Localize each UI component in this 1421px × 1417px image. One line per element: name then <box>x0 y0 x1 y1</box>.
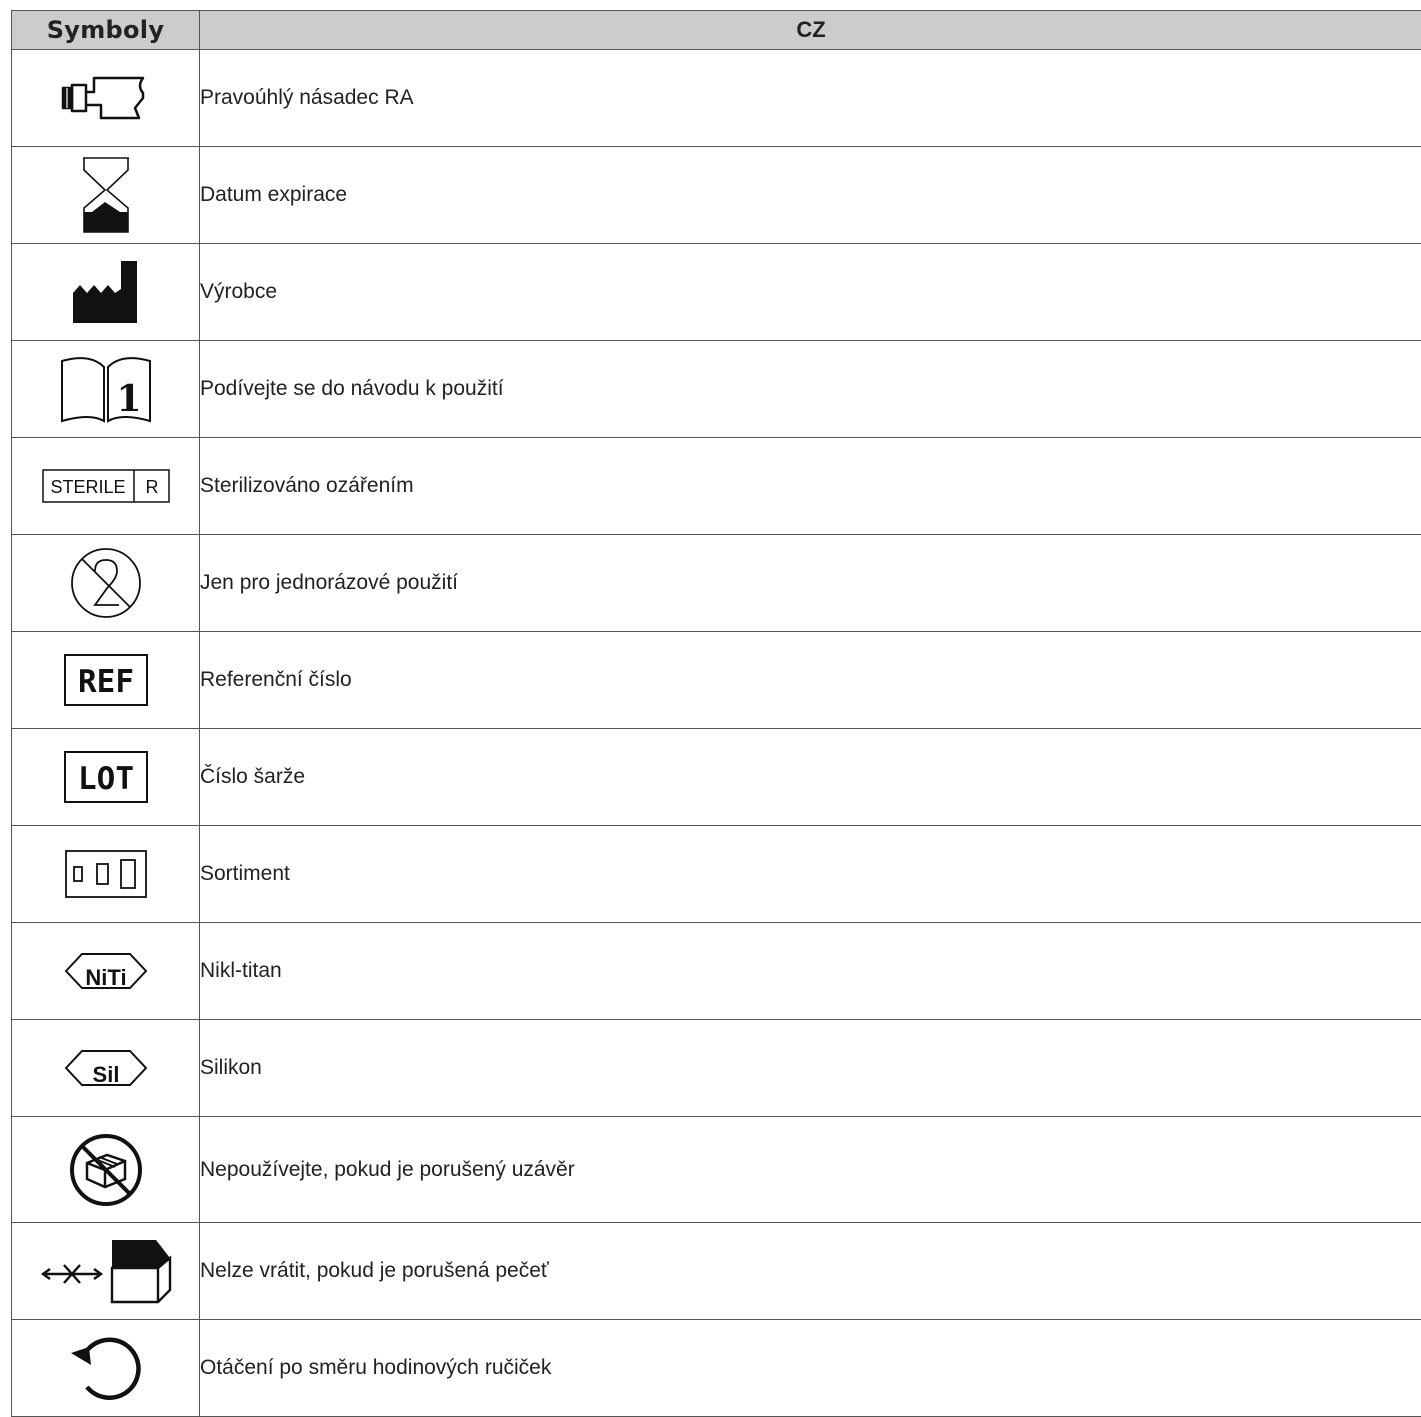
table-row: Datum expirace <box>12 147 1421 244</box>
symbol-label: Otáčení po směru hodinových ručiček <box>200 1320 1421 1417</box>
table-row: REF Referenční číslo <box>12 632 1421 729</box>
sil-text: Sil <box>92 1062 119 1087</box>
symbol-cell: NiTi <box>12 923 200 1020</box>
symbol-cell: STERILE R <box>12 438 200 535</box>
symbol-cell <box>12 1117 200 1223</box>
niti-text: NiTi <box>85 965 126 990</box>
table-row: Pravoúhlý násadec RA <box>12 50 1421 147</box>
symbol-label: Nikl-titan <box>200 923 1421 1020</box>
lot-text: LOT <box>78 761 134 797</box>
symbol-cell <box>12 1320 200 1417</box>
symbol-cell <box>12 147 200 244</box>
symbol-label: Nelze vrátit, pokud je porušená pečeť <box>200 1223 1421 1320</box>
ref-icon: REF <box>64 654 148 706</box>
table-row: Otáčení po směru hodinových ručiček <box>12 1320 1421 1417</box>
silicone-icon: Sil <box>64 1048 148 1088</box>
clockwise-icon <box>69 1335 143 1401</box>
symbol-cell <box>12 50 200 147</box>
symbols-table: Symboly CZ Pravoúhlý násadec RA <box>11 10 1421 1417</box>
book-info-icon: 1 <box>60 355 152 423</box>
table-row: STERILE R Sterilizováno ozářením <box>12 438 1421 535</box>
symbol-label: Referenční číslo <box>200 632 1421 729</box>
table-row: Nepoužívejte, pokud je porušený uzávěr <box>12 1117 1421 1223</box>
table-row: NiTi Nikl-titan <box>12 923 1421 1020</box>
symbol-label: Datum expirace <box>200 147 1421 244</box>
table-row: Nelze vrátit, pokud je porušená pečeť <box>12 1223 1421 1320</box>
table-row: 1 Podívejte se do návodu k použití <box>12 341 1421 438</box>
sterile-r-icon: STERILE R <box>42 469 170 503</box>
sterile-text: STERILE <box>50 477 125 497</box>
symbol-label: Nepoužívejte, pokud je porušený uzávěr <box>200 1117 1421 1223</box>
niti-icon: NiTi <box>64 951 148 991</box>
single-use-icon <box>70 547 142 619</box>
symbol-label: Pravoúhlý násadec RA <box>200 50 1421 147</box>
svg-text:1: 1 <box>116 378 141 420</box>
ref-text: REF <box>78 664 134 700</box>
symbol-cell <box>12 826 200 923</box>
r-text: R <box>145 477 158 497</box>
symbol-label: Výrobce <box>200 244 1421 341</box>
symbol-cell: 1 <box>12 341 200 438</box>
damaged-package-icon <box>69 1133 143 1207</box>
symbol-label: Podívejte se do návodu k použití <box>200 341 1421 438</box>
table-row: Jen pro jednorázové použití <box>12 535 1421 632</box>
hourglass-icon <box>81 156 131 234</box>
symbol-cell: REF <box>12 632 200 729</box>
assortment-icon <box>65 850 147 898</box>
symbol-cell: Sil <box>12 1020 200 1117</box>
header-language: CZ <box>200 11 1421 50</box>
lot-icon: LOT <box>64 751 148 803</box>
no-return-icon <box>40 1238 172 1304</box>
symbol-cell: LOT <box>12 729 200 826</box>
ra-handpiece-icon <box>61 76 151 120</box>
table-row: Výrobce <box>12 244 1421 341</box>
table-row: Sortiment <box>12 826 1421 923</box>
symbol-label: Jen pro jednorázové použití <box>200 535 1421 632</box>
symbol-label: Číslo šarže <box>200 729 1421 826</box>
header-row: Symboly CZ <box>12 11 1421 50</box>
symbol-cell <box>12 244 200 341</box>
symbol-cell <box>12 535 200 632</box>
header-symbols: Symboly <box>12 11 200 50</box>
table-row: Sil Silikon <box>12 1020 1421 1117</box>
factory-icon <box>73 261 139 323</box>
symbol-label: Sterilizováno ozářením <box>200 438 1421 535</box>
symbol-label: Sortiment <box>200 826 1421 923</box>
table-row: LOT Číslo šarže <box>12 729 1421 826</box>
symbol-cell <box>12 1223 200 1320</box>
symbol-label: Silikon <box>200 1020 1421 1117</box>
